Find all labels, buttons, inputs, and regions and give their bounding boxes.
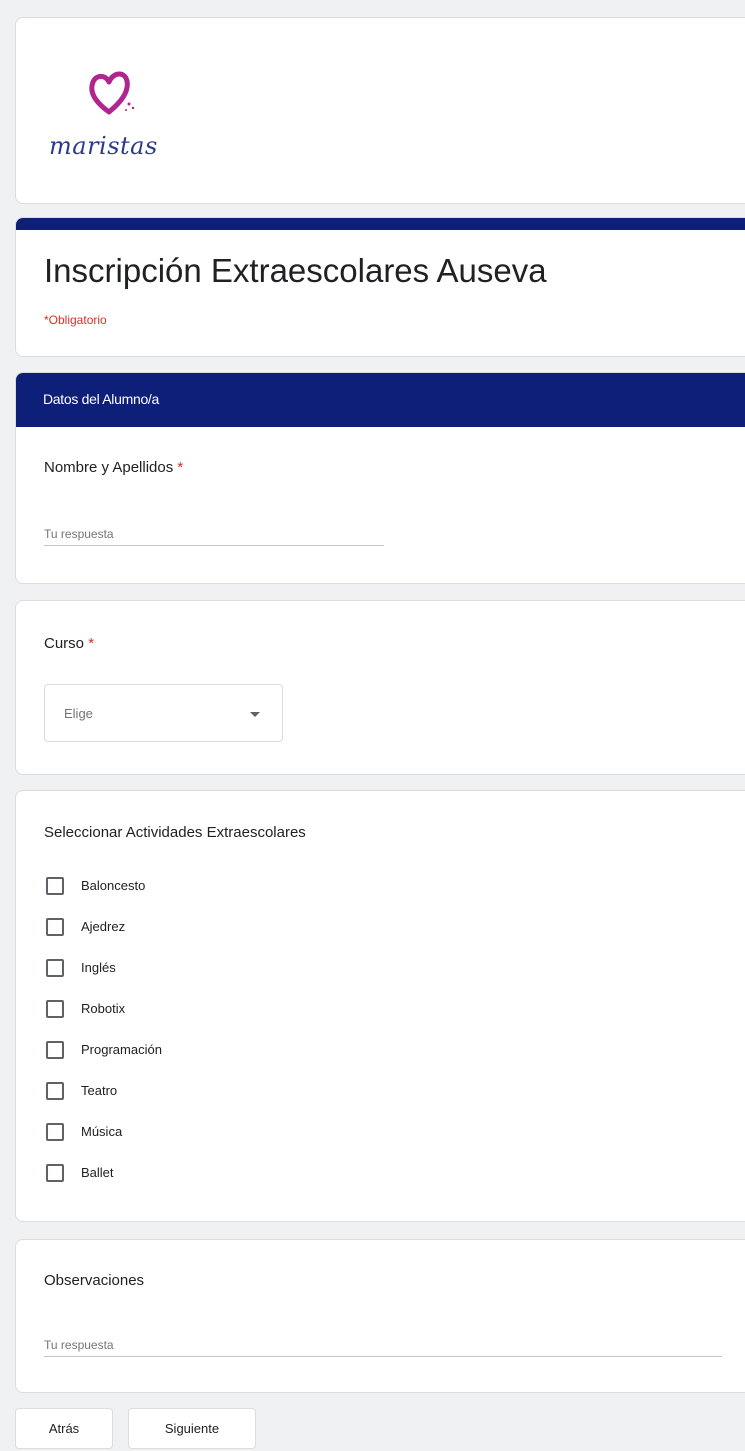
heart-logo-icon [89, 71, 135, 115]
question-curso-card: Curso * Elige [15, 600, 745, 775]
question-actividades-card: Seleccionar Actividades Extraescolares B… [15, 790, 745, 1222]
checkbox-icon[interactable] [46, 1000, 64, 1018]
question-label-actividades: Seleccionar Actividades Extraescolares [44, 824, 306, 841]
option-label: Inglés [81, 960, 116, 975]
title-accent-bar [16, 218, 745, 230]
observaciones-input[interactable] [44, 1334, 722, 1357]
dropdown-selected-value: Elige [64, 706, 93, 721]
option-label: Programación [81, 1042, 162, 1057]
logo-card: maristas [15, 17, 745, 204]
question-label-observaciones: Observaciones [44, 1272, 145, 1289]
nombre-input[interactable] [44, 523, 384, 546]
maristas-logo: maristas [49, 71, 189, 184]
form-page: maristas Inscripción Extraescolares Ause… [0, 0, 745, 1451]
required-asterisk: * [88, 635, 95, 652]
section-datos-alumno: Datos del Alumno/a Nombre y Apellidos * [15, 372, 745, 584]
curso-dropdown[interactable]: Elige [44, 684, 283, 742]
checkbox-icon[interactable] [46, 1041, 64, 1059]
form-title: Inscripción Extraescolares Auseva [44, 252, 547, 289]
form-title-card: Inscripción Extraescolares Auseva *Oblig… [15, 217, 745, 357]
option-label: Ballet [81, 1165, 114, 1180]
required-note: *Obligatorio [44, 313, 107, 327]
checkbox-icon[interactable] [46, 1123, 64, 1141]
checkbox-icon[interactable] [46, 877, 64, 895]
option-label: Robotix [81, 1001, 126, 1016]
checkbox-icon[interactable] [46, 1082, 64, 1100]
back-button[interactable]: Atrás [15, 1408, 113, 1449]
required-asterisk: * [177, 459, 184, 476]
option-label: Baloncesto [81, 878, 146, 893]
question-observaciones-card: Observaciones [15, 1239, 745, 1393]
option-label: Ajedrez [81, 919, 126, 934]
question-label-nombre: Nombre y Apellidos * [44, 459, 183, 476]
section-header-title: Datos del Alumno/a [43, 391, 160, 407]
option-label: Música [81, 1124, 123, 1139]
dropdown-arrow-icon [250, 712, 260, 717]
next-button[interactable]: Siguiente [128, 1408, 256, 1449]
checkbox-icon[interactable] [46, 1164, 64, 1182]
section-header: Datos del Alumno/a [16, 373, 745, 427]
question-text: Nombre y Apellidos [44, 459, 174, 476]
question-text: Curso [44, 635, 85, 652]
checkbox-icon[interactable] [46, 918, 64, 936]
checkbox-icon[interactable] [46, 959, 64, 977]
option-label: Teatro [81, 1083, 118, 1098]
logo-text: maristas [49, 132, 158, 160]
question-label-curso: Curso * [44, 635, 94, 652]
